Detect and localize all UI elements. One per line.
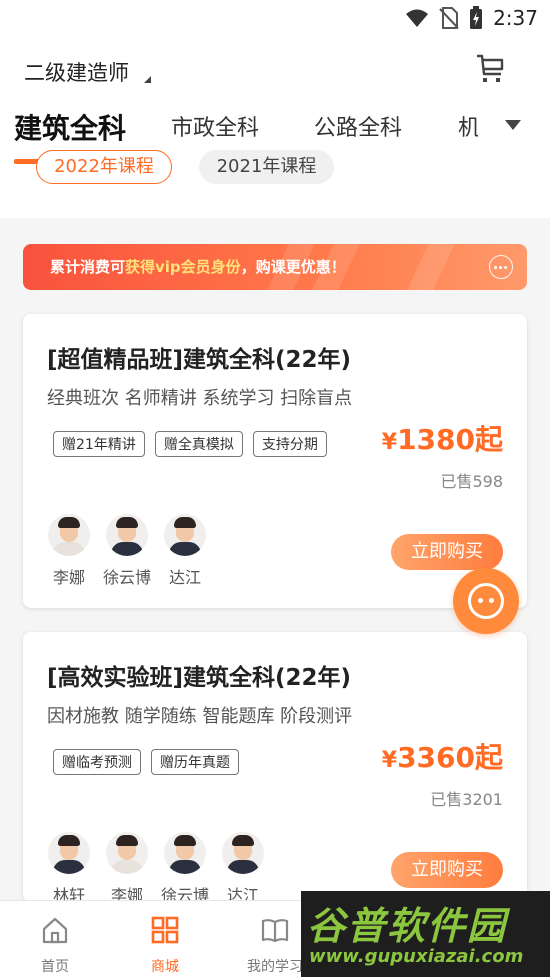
avatar (164, 832, 206, 874)
course-tags: 赠临考预测 赠历年真题 (53, 749, 239, 775)
teacher[interactable]: 徐云博 (103, 514, 152, 588)
vip-promo-banner[interactable]: 累计消费可获得vip会员身份，购课更优惠！ (23, 244, 527, 290)
no-sim-icon (439, 7, 459, 29)
teacher-list: 李娜 徐云博 达江 (47, 514, 207, 588)
teacher-list: 林轩 李娜 徐云博 达江 (47, 832, 265, 906)
buy-now-button[interactable]: 立即购买 (391, 852, 503, 888)
promo-text-highlight: 获得vip会员身份 (125, 258, 241, 276)
nav-label: 首页 (41, 959, 69, 975)
course-card[interactable]: [高效实验班]建筑全科(22年) 因材施教 随学随练 智能题库 阶段测评 赠临考… (23, 632, 527, 905)
avatar (106, 832, 148, 874)
battery-charging-icon (470, 6, 483, 29)
exam-caret-icon[interactable] (144, 76, 151, 83)
course-tag: 赠历年真题 (151, 749, 239, 775)
promo-text: 累计消费可获得vip会员身份，购课更优惠！ (50, 256, 346, 277)
avatar (106, 514, 148, 556)
watermark-url: www.gupuxiazai.com (309, 946, 524, 967)
course-tags: 赠21年精讲 赠全真模拟 支持分期 (53, 431, 327, 457)
avatar (48, 832, 90, 874)
header: 二级建造师 建筑全科 市政全科 公路全科 机 (0, 38, 550, 218)
teacher[interactable]: 达江 (163, 514, 207, 588)
year-filter-2022[interactable]: 2022年课程 (36, 150, 172, 184)
course-subtitle: 因材施教 随学随练 智能题库 阶段测评 (47, 706, 353, 727)
teacher[interactable]: 林轩 (47, 832, 91, 906)
teacher[interactable]: 李娜 (47, 514, 91, 588)
promo-stripe (407, 244, 455, 290)
tab-mechanical[interactable]: 机 (458, 110, 478, 142)
teacher[interactable]: 达江 (221, 832, 265, 906)
course-sold-count: 已售598 (440, 472, 503, 491)
price-symbol: ¥ (381, 748, 398, 773)
teacher[interactable]: 徐云博 (161, 832, 209, 906)
promo-text-suffix: ，购课更优惠！ (240, 258, 346, 276)
teacher-name: 徐云博 (103, 568, 152, 587)
customer-service-button[interactable] (453, 568, 519, 634)
avatar (222, 832, 264, 874)
book-icon (261, 919, 289, 943)
grid-icon (151, 916, 179, 944)
course-price: ¥3360起 (382, 736, 503, 776)
course-card[interactable]: [超值精品班]建筑全科(22年) 经典班次 名师精讲 系统学习 扫除盲点 赠21… (23, 314, 527, 608)
status-time: 2:37 (493, 6, 538, 30)
teacher[interactable]: 李娜 (105, 832, 149, 906)
tabs-dropdown-icon[interactable] (505, 120, 521, 130)
home-icon (42, 917, 68, 944)
course-sold-count: 已售3201 (430, 790, 503, 809)
course-tag: 支持分期 (252, 431, 327, 457)
teacher-name: 李娜 (52, 568, 85, 587)
course-tag: 赠临考预测 (53, 749, 141, 775)
watermark-logo: 谷普软件园 www.gupuxiazai.com (301, 891, 550, 977)
buy-now-button[interactable]: 立即购买 (391, 534, 503, 570)
exam-selector[interactable]: 二级建造师 (24, 57, 129, 87)
more-dots-icon[interactable] (489, 255, 513, 279)
course-title: [超值精品班]建筑全科(22年) (47, 347, 352, 373)
course-price: ¥1380起 (382, 418, 503, 458)
course-tag: 赠全真模拟 (154, 431, 243, 457)
course-title: [高效实验班]建筑全科(22年) (47, 665, 352, 691)
avatar (164, 514, 206, 556)
tab-architecture[interactable]: 建筑全科 (14, 107, 126, 147)
promo-text-prefix: 累计消费可 (50, 258, 126, 276)
wifi-icon (406, 9, 429, 27)
watermark-title: 谷普软件园 (307, 904, 508, 948)
tab-highway[interactable]: 公路全科 (314, 110, 402, 142)
teacher-name: 达江 (168, 568, 201, 587)
cart-icon[interactable] (474, 52, 506, 84)
avatar (48, 514, 90, 556)
price-symbol: ¥ (381, 430, 398, 455)
year-filter-2021[interactable]: 2021年课程 (199, 150, 334, 184)
status-icons: 2:37 (405, 6, 538, 30)
course-tag: 赠21年精讲 (53, 431, 145, 457)
nav-label: 商城 (151, 959, 179, 975)
course-subtitle: 经典班次 名师精讲 系统学习 扫除盲点 (47, 388, 353, 409)
status-bar: 2:37 (0, 0, 550, 38)
price-value: 1380起 (397, 423, 503, 456)
nav-mall[interactable]: 商城 (115, 901, 215, 977)
nav-home[interactable]: 首页 (5, 901, 105, 977)
price-value: 3360起 (397, 741, 503, 774)
tab-municipal[interactable]: 市政全科 (171, 110, 259, 142)
chat-icon (468, 583, 504, 619)
